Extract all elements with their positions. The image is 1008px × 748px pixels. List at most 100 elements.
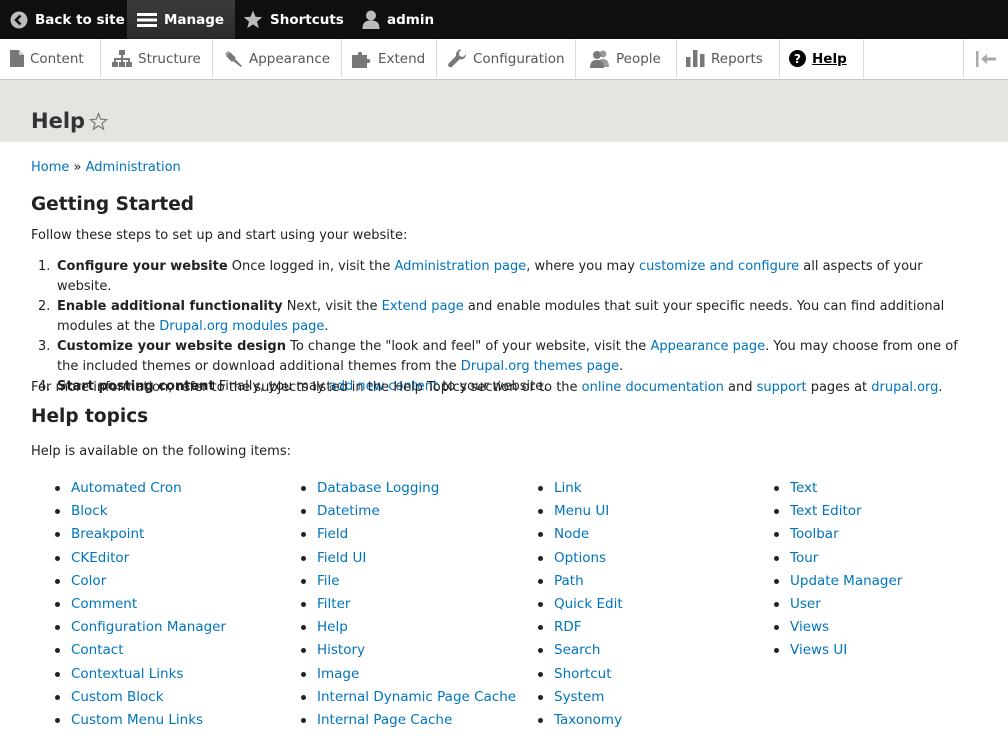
help-topic-item: Tour: [774, 550, 902, 573]
manage-tab[interactable]: Manage: [127, 0, 235, 39]
breadcrumb: Home » Administration: [31, 160, 981, 175]
drupal-org-link[interactable]: drupal.org: [871, 380, 938, 395]
more-info-part: pages at: [806, 380, 872, 395]
help-topic-link[interactable]: Comment: [71, 596, 137, 612]
help-topic-link[interactable]: Field UI: [317, 550, 366, 566]
admin-tray: Content Structure Appearance Extend Conf…: [0, 39, 1008, 80]
help-topic-item: Help: [301, 619, 516, 642]
tray-item-label: Content: [30, 50, 84, 67]
help-topic-link[interactable]: Breakpoint: [71, 526, 144, 542]
customize-configure-link[interactable]: customize and configure: [639, 259, 799, 274]
help-topic-link[interactable]: RDF: [554, 619, 582, 635]
help-topic-link[interactable]: Database Logging: [317, 480, 439, 496]
help-topic-item: Node: [538, 526, 623, 549]
help-topic-item: Comment: [55, 596, 226, 619]
tray-item-reports[interactable]: Reports: [677, 39, 780, 78]
help-topic-link[interactable]: History: [317, 642, 365, 658]
help-topic-link[interactable]: Path: [554, 573, 584, 589]
help-topic-link[interactable]: Block: [71, 503, 108, 519]
tray-item-configuration[interactable]: Configuration: [437, 39, 576, 78]
help-topic-link[interactable]: Views: [790, 619, 829, 635]
help-topic-item: Quick Edit: [538, 596, 623, 619]
page-header: [0, 80, 1008, 142]
extend-page-link[interactable]: Extend page: [382, 299, 464, 314]
puzzle-icon: [352, 51, 371, 68]
tray-item-help[interactable]: ? Help: [780, 39, 864, 78]
help-topic-link[interactable]: Toolbar: [790, 526, 839, 542]
help-topics-intro: Help is available on the following items…: [31, 444, 291, 459]
back-to-site-label: Back to site: [35, 11, 125, 28]
tray-item-people[interactable]: People: [576, 39, 677, 78]
shortcuts-tab[interactable]: Shortcuts: [243, 0, 344, 39]
star-outline-icon[interactable]: [89, 112, 108, 131]
help-topic-link[interactable]: Shortcut: [554, 666, 612, 682]
tray-item-appearance[interactable]: Appearance: [213, 39, 342, 78]
online-documentation-link[interactable]: online documentation: [582, 380, 724, 395]
help-topic-item: File: [301, 573, 516, 596]
help-topics-column-1: Automated Cron Block Breakpoint CKEditor Col…: [55, 480, 226, 735]
help-topic-link[interactable]: Contextual Links: [71, 666, 183, 682]
help-topic-link[interactable]: Tour: [790, 550, 818, 566]
help-topic-link[interactable]: Custom Block: [71, 689, 164, 705]
help-topic-link[interactable]: Internal Dynamic Page Cache: [317, 689, 516, 705]
appearance-page-link[interactable]: Appearance page: [650, 339, 765, 354]
tray-item-structure[interactable]: Structure: [101, 39, 213, 78]
tray-item-label: People: [616, 50, 661, 67]
help-topic-link[interactable]: Help: [317, 619, 348, 635]
step-text: Next, visit the: [282, 299, 382, 314]
help-topic-link[interactable]: Taxonomy: [554, 712, 622, 728]
more-info-part: .: [938, 380, 943, 395]
help-topic-link[interactable]: File: [317, 573, 340, 589]
help-topics-column-3: Link Menu UI Node Options Path Quick Edit RDF S…: [538, 480, 623, 735]
tray-item-extend[interactable]: Extend: [342, 39, 437, 78]
help-topic-link[interactable]: Quick Edit: [554, 596, 623, 612]
tray-item-label: Structure: [138, 50, 201, 67]
help-topic-link[interactable]: Internal Page Cache: [317, 712, 452, 728]
help-topic-item: Options: [538, 550, 623, 573]
step-item: 3. Customize your website design To chang…: [31, 337, 981, 377]
help-topic-link[interactable]: User: [790, 596, 821, 612]
breadcrumb-home-link[interactable]: Home: [31, 160, 69, 175]
back-to-site-link[interactable]: Back to site: [10, 0, 125, 39]
help-topic-link[interactable]: Field: [317, 526, 348, 542]
help-topic-link[interactable]: Text Editor: [790, 503, 862, 519]
help-topic-link[interactable]: Color: [71, 573, 106, 589]
help-topic-item: Field: [301, 526, 516, 549]
help-topic-link[interactable]: Search: [554, 642, 600, 658]
help-topic-item: Menu UI: [538, 503, 623, 526]
help-topic-link[interactable]: Text: [790, 480, 817, 496]
help-topic-item: User: [774, 596, 902, 619]
help-topic-link[interactable]: Custom Menu Links: [71, 712, 203, 728]
help-topic-link[interactable]: Menu UI: [554, 503, 609, 519]
tray-item-content[interactable]: Content: [0, 39, 101, 78]
help-topic-link[interactable]: Node: [554, 526, 589, 542]
drupal-modules-page-link[interactable]: Drupal.org modules page: [159, 319, 324, 334]
help-topics-column-4: Text Text Editor Toolbar Tour Update Manager…: [774, 480, 902, 666]
star-icon: [243, 10, 263, 29]
help-topic-link[interactable]: Views UI: [790, 642, 847, 658]
drupal-themes-page-link[interactable]: Drupal.org themes page: [461, 359, 619, 374]
help-topic-link[interactable]: Update Manager: [790, 573, 902, 589]
support-link[interactable]: support: [757, 380, 807, 395]
help-topic-link[interactable]: Automated Cron: [71, 480, 182, 496]
people-icon: [590, 50, 609, 68]
help-topic-link[interactable]: Contact: [71, 642, 124, 658]
help-topic-link[interactable]: Datetime: [317, 503, 380, 519]
help-topic-link[interactable]: Options: [554, 550, 606, 566]
paintbrush-icon: [225, 50, 242, 67]
help-topic-item: Custom Block: [55, 689, 226, 712]
help-topic-item: Database Logging: [301, 480, 516, 503]
help-topic-link[interactable]: System: [554, 689, 604, 705]
administration-page-link[interactable]: Administration page: [394, 259, 526, 274]
help-topic-link[interactable]: Filter: [317, 596, 350, 612]
help-topic-item: Update Manager: [774, 573, 902, 596]
help-topic-link[interactable]: Image: [317, 666, 359, 682]
tray-item-label: Appearance: [249, 50, 331, 67]
help-topic-link[interactable]: Link: [554, 480, 582, 496]
user-tab[interactable]: admin: [362, 0, 434, 39]
tray-orientation-toggle[interactable]: [963, 39, 1008, 78]
step-number: 1.: [38, 259, 51, 274]
help-topic-link[interactable]: CKEditor: [71, 550, 129, 566]
breadcrumb-administration-link[interactable]: Administration: [86, 160, 181, 175]
help-topic-link[interactable]: Configuration Manager: [71, 619, 226, 635]
